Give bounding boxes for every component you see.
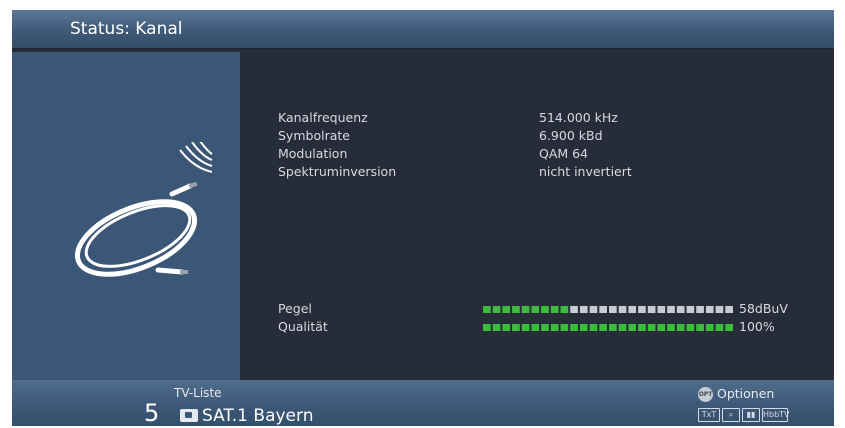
options-label[interactable]: Optionen — [717, 386, 774, 401]
level-segment — [609, 306, 617, 313]
qualitaet-label: Qualität — [278, 319, 328, 334]
pegel-label: Pegel — [278, 301, 312, 316]
info-value: 514.000 kHz — [539, 110, 618, 125]
opt-button-icon[interactable]: OPT — [698, 387, 713, 402]
level-segment — [618, 306, 627, 313]
tv-list-label: TV-Liste — [174, 386, 222, 400]
info-value: QAM 64 — [539, 146, 589, 161]
level-segment — [589, 306, 598, 313]
tv-channel-icon — [180, 409, 198, 422]
level-segment — [502, 306, 511, 313]
level-segment — [560, 306, 569, 313]
info-row-spektruminversion: Spektruminversion nicht invertiert — [278, 164, 798, 182]
teletext-badge-icon: TxT — [698, 408, 720, 422]
pegel-level-bar — [483, 306, 733, 313]
info-label: Spektruminversion — [278, 164, 397, 179]
level-segment — [725, 306, 733, 313]
level-segment — [483, 324, 491, 331]
level-segment — [599, 306, 607, 313]
pegel-row: Pegel 58dBuV — [278, 301, 818, 319]
level-segment — [686, 306, 695, 313]
level-segment — [618, 324, 627, 331]
level-segment — [638, 306, 646, 313]
qualitaet-level-bar — [483, 324, 733, 331]
info-row-modulation: Modulation QAM 64 — [278, 146, 798, 164]
level-segment — [570, 306, 578, 313]
level-segment — [628, 306, 637, 313]
level-segment — [502, 324, 511, 331]
channel-status-screen: Status: Kanal Kanalfrequenz 514.000 kHz … — [12, 10, 834, 426]
level-segment — [521, 306, 530, 313]
level-segment — [715, 324, 724, 331]
level-segment — [638, 324, 646, 331]
level-segment — [560, 324, 569, 331]
level-segment — [696, 306, 704, 313]
info-value: nicht invertiert — [539, 164, 632, 179]
level-segment — [579, 306, 588, 313]
level-segment — [647, 306, 656, 313]
qualitaet-value: 100% — [739, 319, 775, 334]
hbbtv-badge-icon: HbbTV — [762, 408, 790, 422]
signal-waves-icon — [179, 142, 213, 173]
epg-badge-icon: ⌕ — [722, 408, 740, 422]
level-segment — [550, 306, 559, 313]
level-segment — [657, 324, 666, 331]
level-segment — [609, 324, 617, 331]
level-segment — [579, 324, 588, 331]
level-segment — [492, 324, 501, 331]
level-segment — [512, 324, 520, 331]
level-segment — [589, 324, 598, 331]
level-segment — [541, 324, 549, 331]
level-segment — [628, 324, 637, 331]
dual-audio-badge-icon: ▮▮ — [742, 408, 760, 422]
level-segment — [647, 324, 656, 331]
channel-name: SAT.1 Bayern — [202, 406, 314, 426]
page-title: Status: Kanal — [70, 19, 183, 39]
info-row-symbolrate: Symbolrate 6.900 kBd — [278, 128, 798, 146]
qualitaet-row: Qualität 100% — [278, 319, 818, 337]
level-segment — [492, 306, 501, 313]
level-segment — [531, 306, 540, 313]
level-segment — [715, 306, 724, 313]
level-segment — [521, 324, 530, 331]
info-label: Symbolrate — [278, 128, 350, 143]
level-segment — [512, 306, 520, 313]
level-segment — [696, 324, 704, 331]
info-row-kanalfrequenz: Kanalfrequenz 514.000 kHz — [278, 110, 798, 128]
level-segment — [483, 306, 491, 313]
level-segment — [686, 324, 695, 331]
level-segment — [705, 324, 714, 331]
info-label: Modulation — [278, 146, 348, 161]
level-segment — [676, 306, 685, 313]
level-segment — [725, 324, 733, 331]
info-value: 6.900 kBd — [539, 128, 603, 143]
left-panel — [12, 52, 240, 380]
level-segment — [667, 324, 675, 331]
pegel-value: 58dBuV — [739, 301, 788, 316]
footer-bar: TV-Liste 5 SAT.1 Bayern OPT Optionen TxT… — [12, 380, 834, 426]
level-segment — [705, 306, 714, 313]
level-segment — [570, 324, 578, 331]
coax-cable-icon — [74, 142, 213, 277]
level-segment — [531, 324, 540, 331]
level-segment — [550, 324, 559, 331]
level-segment — [599, 324, 607, 331]
channel-number: 5 — [144, 399, 160, 426]
level-segment — [667, 306, 675, 313]
info-label: Kanalfrequenz — [278, 110, 368, 125]
header-bar: Status: Kanal — [12, 10, 834, 49]
level-segment — [541, 306, 549, 313]
level-segment — [676, 324, 685, 331]
level-segment — [657, 306, 666, 313]
